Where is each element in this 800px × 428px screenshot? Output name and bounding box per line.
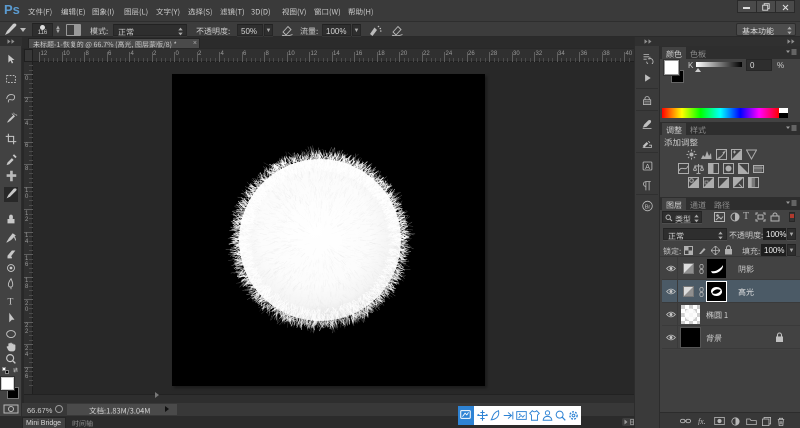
- svg-text:fx.: fx.: [698, 417, 706, 425]
- svg-text:A: A: [645, 162, 650, 171]
- svg-text:T: T: [8, 297, 14, 308]
- svg-text:Br: Br: [645, 204, 651, 210]
